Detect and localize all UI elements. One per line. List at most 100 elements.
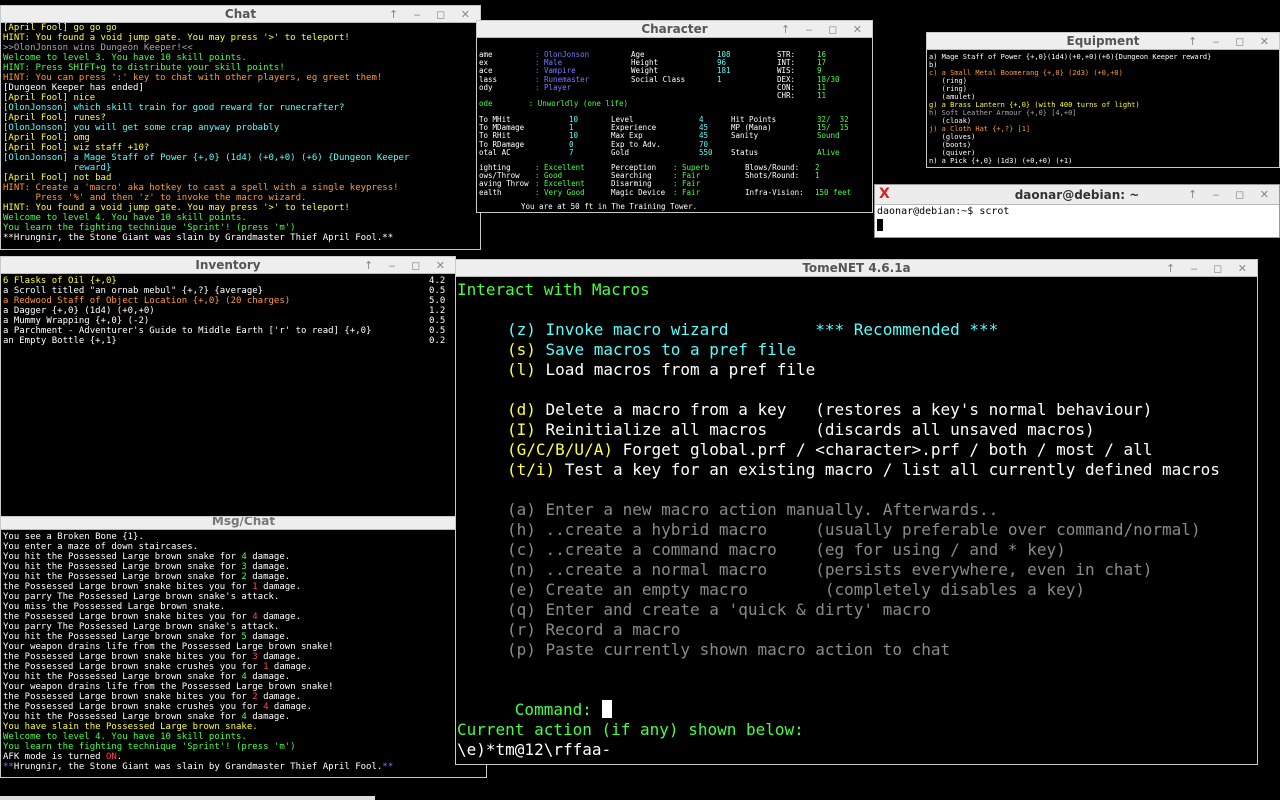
macro-option[interactable]: (l) Load macros from a pref file xyxy=(507,360,815,380)
vital-label: Sanity xyxy=(731,131,759,141)
macro-option-note: (persists everywhere, even in chat) xyxy=(767,560,1153,579)
inventory-item-name: a Scroll titled "an ornab mebul" {+,?} {… xyxy=(3,286,264,296)
message-part: the Possessed Large brown snake crushes … xyxy=(3,662,264,672)
message-part: damage. xyxy=(246,562,291,572)
equipment-slot: b) xyxy=(929,61,938,69)
macro-option-label: Forget global.prf / <character>.prf / bo… xyxy=(612,440,1153,459)
window-controls[interactable]: ↑ ‒ ◻ ✕ xyxy=(1166,260,1253,277)
chat-line: [April Fool] nice xyxy=(3,93,96,103)
inventory-item-name: 6 Flasks of Oil {+,0} xyxy=(3,276,117,286)
message-part: damage. xyxy=(257,692,302,702)
chat-line: [April Fool] go go go xyxy=(3,23,117,33)
macro-option[interactable]: (r) Record a macro xyxy=(507,620,680,640)
window-controls[interactable]: ↑ ‒ ◻ ✕ xyxy=(364,257,451,274)
window-controls[interactable]: ↑ ‒ ◻ ✕ xyxy=(1188,185,1275,205)
macro-option[interactable]: (t/i) Test a key for an existing macro /… xyxy=(507,460,1220,480)
macro-option[interactable]: (G/C/B/U/A) Forget global.prf / <charact… xyxy=(507,440,1152,460)
chat-line: Welcome to level 4. You have 10 skill po… xyxy=(3,213,247,223)
macro-option[interactable]: (p) Paste currently shown macro action t… xyxy=(507,640,950,660)
macro-option[interactable]: (d) Delete a macro from a key (restores … xyxy=(507,400,1152,420)
current-action-label: Current action (if any) shown below: xyxy=(457,720,804,739)
message-part: damage. xyxy=(246,712,291,722)
msg-titlebar[interactable]: Msg/Chat xyxy=(1,517,486,530)
macro-option-label: Paste currently shown macro action to ch… xyxy=(535,640,951,659)
message-part: damage. xyxy=(257,582,302,592)
char-value: 1 xyxy=(717,74,722,84)
message-part: You hit the Possessed Large brown snake … xyxy=(3,632,242,642)
command-cursor[interactable] xyxy=(601,700,612,718)
combat-label: otal AC xyxy=(479,147,511,157)
progress-value: 550 xyxy=(699,147,713,157)
macro-option[interactable]: (c) ..create a command macro (eg for usi… xyxy=(507,540,1066,560)
macro-option-note: *** Recommended *** xyxy=(728,320,999,339)
chat-line: You learn the fighting technique 'Sprint… xyxy=(3,223,296,233)
message-part: damage. xyxy=(268,662,312,672)
menu-heading: Interact with Macros xyxy=(457,280,650,299)
macro-option[interactable]: (q) Enter and create a 'quick & dirty' m… xyxy=(507,600,931,620)
character-titlebar[interactable]: Character ↑ ‒ ◻ ✕ xyxy=(477,21,872,38)
inventory-item-name: an Empty Bottle {+,1} xyxy=(3,336,117,346)
character-sheet: ame: OlonJonson ex: Male ace: Vampire lass:… xyxy=(477,38,872,212)
xterm-terminal[interactable]: daonar@debian:~$ scrot xyxy=(875,205,1279,237)
message-line: You hit the Possessed Large brown snake … xyxy=(3,672,486,682)
macro-option[interactable]: (z) Invoke macro wizard *** Recommended … xyxy=(507,320,998,340)
macro-option-key: (t/i) xyxy=(507,460,556,479)
message-part: ** xyxy=(382,762,394,772)
message-part: You miss the Possessed Large brown snake… xyxy=(3,602,226,612)
macro-option-label: ..create a normal macro xyxy=(535,560,768,579)
message-part: damage. xyxy=(246,552,291,562)
macro-option[interactable]: (a) Enter a new macro action manually. A… xyxy=(507,500,998,520)
equipment-slot: h) Soft Leather Armour {+,0} [4,+0] xyxy=(929,109,1077,117)
macro-option-label: Record a macro xyxy=(535,620,681,639)
tomenet-titlebar[interactable]: TomeNET 4.6.1a ↑ ‒ ◻ ✕ xyxy=(456,260,1257,277)
inventory-item[interactable]: an Empty Bottle {+,1} 0.2 xyxy=(3,336,455,346)
equipment-slot: (cloak) xyxy=(929,117,972,125)
macro-option-key: (q) xyxy=(507,600,536,619)
window-controls[interactable]: ↑ ‒ ◻ ✕ xyxy=(389,6,476,23)
macro-option-label: Load macros from a pref file xyxy=(535,360,816,379)
chat-line: [April Fool] wiz staff +10? xyxy=(3,143,150,153)
macro-option[interactable]: (n) ..create a normal macro (persists ev… xyxy=(507,560,1152,580)
message-line: the Possessed Large brown snake crushes … xyxy=(3,702,486,712)
stat-value: 11 xyxy=(817,91,827,100)
inventory-item[interactable]: 6 Flasks of Oil {+,0} 4.2 xyxy=(3,276,455,286)
xterm-titlebar[interactable]: X daonar@debian: ~ ↑ ‒ ◻ ✕ xyxy=(875,185,1279,205)
inventory-item[interactable]: a Mummy Wrapping {+,0} (-2) 0.5 xyxy=(3,316,455,326)
inventory-item[interactable]: a Dagger {+,0} (1d4) (+0,+0) 1.2 xyxy=(3,306,455,316)
inventory-titlebar[interactable]: Inventory ↑ ‒ ◻ ✕ xyxy=(1,257,455,274)
inventory-list: 6 Flasks of Oil {+,0} 4.2 a Scroll titled … xyxy=(1,276,455,521)
message-part: Your weapon drains life from the Possess… xyxy=(3,642,334,652)
equipment-titlebar[interactable]: Equipment ↑ ‒ ◻ ✕ xyxy=(927,33,1279,50)
tomenet-title: TomeNET 4.6.1a xyxy=(802,261,911,275)
skill-label: Infra-Vision: xyxy=(745,187,804,197)
window-controls[interactable]: ↑ ‒ ◻ ✕ xyxy=(781,21,868,38)
message-part: You hit the Possessed Large brown snake … xyxy=(3,552,242,562)
tomenet-window: TomeNET 4.6.1a ↑ ‒ ◻ ✕ Interact with Mac… xyxy=(455,259,1258,765)
message-line: You parry The Possessed Large brown snak… xyxy=(3,592,486,602)
macro-option-key: (l) xyxy=(507,360,536,379)
progress-label: Gold xyxy=(611,147,630,157)
macro-option[interactable]: (h) ..create a hybrid macro (usually pre… xyxy=(507,520,1201,540)
chat-line: reward} xyxy=(3,163,112,173)
macro-option-label: Enter and create a 'quick & dirty' macro xyxy=(535,600,931,619)
message-line: the Possessed Large brown snake bites yo… xyxy=(3,692,486,702)
macro-option[interactable]: (e) Create an empty macro (completely di… xyxy=(507,580,1085,600)
inventory-item[interactable]: a Redwood Staff of Object Location {+,0}… xyxy=(3,296,455,306)
message-line: You learn the fighting technique 'Sprint… xyxy=(3,742,486,752)
inventory-item[interactable]: a Scroll titled "an ornab mebul" {+,?} {… xyxy=(3,286,455,296)
message-line: Your weapon drains life from the Possess… xyxy=(3,642,486,652)
chat-titlebar[interactable]: Chat ↑ ‒ ◻ ✕ xyxy=(1,6,480,23)
window-controls[interactable]: ↑ ‒ ◻ ✕ xyxy=(1188,33,1275,50)
inventory-item-weight: 0.5 xyxy=(429,326,446,336)
message-part: damage. xyxy=(257,612,302,622)
message-part: the Possessed Large brown snake bites yo… xyxy=(3,692,253,702)
macro-option[interactable]: (s) Save macros to a pref file xyxy=(507,340,796,360)
macro-option[interactable]: (I) Reinitialize all macros (discards al… xyxy=(507,420,1095,440)
inventory-item[interactable]: a Parchment - Adventurer's Guide to Midd… xyxy=(3,326,455,336)
message-line: You hit the Possessed Large brown snake … xyxy=(3,632,486,642)
message-part: You hit the Possessed Large brown snake … xyxy=(3,562,242,572)
chat-line: [April Fool] not bad xyxy=(3,173,112,183)
stat-label: CHR: xyxy=(777,91,796,100)
macro-option-key: (d) xyxy=(507,400,536,419)
message-part: . xyxy=(116,752,123,762)
